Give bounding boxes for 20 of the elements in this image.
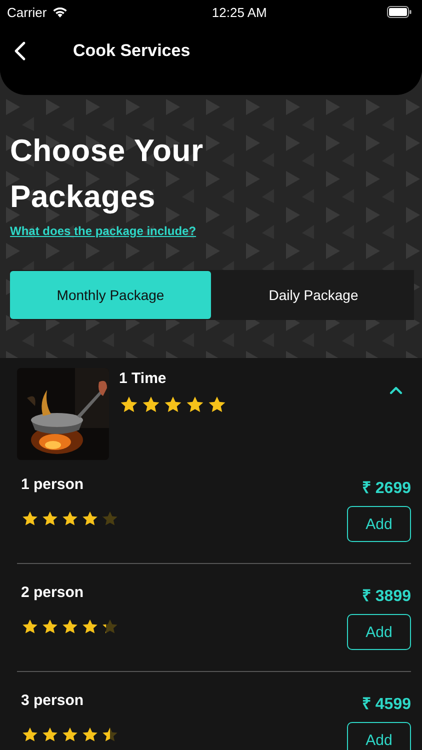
wifi-icon bbox=[52, 6, 68, 18]
add-button[interactable]: Add bbox=[347, 506, 411, 542]
option-name: 2 person bbox=[21, 584, 85, 601]
price: ₹ 4599 bbox=[362, 695, 411, 714]
add-button[interactable]: Add bbox=[347, 722, 411, 750]
carrier-name: Carrier bbox=[7, 4, 47, 20]
battery-icon bbox=[386, 6, 412, 18]
price: ₹ 2699 bbox=[362, 479, 411, 498]
option-name: 3 person bbox=[21, 692, 85, 709]
status-time: 12:25 AM bbox=[212, 4, 267, 20]
package-title: 1 Time bbox=[119, 370, 166, 387]
collapse-button[interactable] bbox=[389, 386, 403, 395]
package-tab[interactable]: Daily Package bbox=[213, 272, 414, 318]
package-info-link[interactable]: What does the package include? bbox=[10, 224, 196, 238]
page-heading: Choose Your Packages bbox=[10, 132, 204, 216]
package-tab[interactable]: Monthly Package bbox=[10, 271, 211, 319]
screen-title: Cook Services bbox=[73, 41, 190, 61]
add-button[interactable]: Add bbox=[347, 614, 411, 650]
option-name: 1 person bbox=[21, 476, 85, 493]
price: ₹ 3899 bbox=[362, 587, 411, 606]
